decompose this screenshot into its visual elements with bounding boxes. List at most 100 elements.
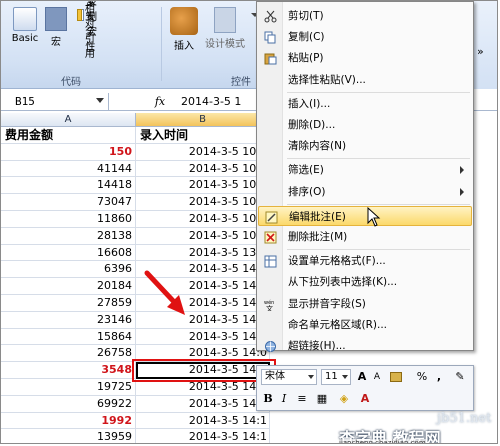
font-size-combo[interactable]: 11	[321, 369, 351, 385]
context-menu-item-filter[interactable]: 筛选(E)	[258, 160, 472, 180]
cell-amount[interactable]: 3548	[1, 362, 136, 379]
context-menu-item-delete-comment[interactable]: 删除批注(M)	[258, 227, 472, 247]
header-cell-amount[interactable]: 费用金额	[1, 127, 136, 144]
cell-amount[interactable]: 11860	[1, 211, 136, 228]
cell-amount[interactable]: 26758	[1, 345, 136, 363]
context-menu-item-paste[interactable]: 粘贴(P)	[258, 48, 472, 68]
cell-time[interactable]: 2014-3-5 14:0	[136, 328, 270, 346]
cell-time[interactable]: 2014-3-5 10:1	[136, 177, 270, 195]
context-menu-item-define-name[interactable]: 命名单元格区域(R)...	[258, 315, 472, 335]
cell-amount[interactable]: 15864	[1, 328, 136, 346]
macro-security-button[interactable]: 安全安全性	[77, 1, 102, 53]
font-name-combo[interactable]: 宋体	[261, 369, 317, 385]
context-menu-item-paste-special[interactable]: 选择性粘贴(V)...	[258, 70, 472, 90]
grow-font-button[interactable]: A	[355, 369, 369, 385]
context-menu-label: 超链接(H)...	[288, 340, 346, 352]
cell-amount[interactable]: 28138	[1, 227, 136, 245]
context-menu-label: 显示拼音字段(S)	[288, 297, 366, 310]
italic-button[interactable]: I	[277, 391, 291, 407]
context-menu-label: 删除(D)...	[288, 119, 336, 131]
context-menu-item-cut[interactable]: 剪切(T)	[258, 6, 472, 26]
cell-time[interactable]: 2014-3-5 13:5	[136, 244, 270, 262]
cell-time[interactable]: 2014-3-5 10:1	[136, 143, 270, 161]
cell-amount[interactable]: 20184	[1, 278, 136, 295]
center-align-button[interactable]: ≡	[295, 391, 309, 407]
percent-style-button[interactable]: %	[415, 369, 429, 385]
cell-time[interactable]: 2014-3-5 10:1	[136, 160, 270, 178]
context-menu-label: 编辑批注(E)	[289, 210, 346, 223]
design-mode-button[interactable]: 设计模式	[201, 7, 249, 50]
hyperlink-icon	[264, 340, 277, 353]
cell-time[interactable]: 2014-3-5 14:1	[136, 429, 270, 443]
font-name-value: 宋体	[265, 371, 285, 382]
visual-basic-label: Basic	[11, 33, 39, 44]
context-menu-label: 复制(C)	[288, 31, 325, 44]
context-menu-label: 从下拉列表中选择(K)...	[288, 276, 398, 289]
header-cell-time[interactable]: 录入时间	[136, 127, 270, 144]
cell-amount[interactable]: 73047	[1, 194, 136, 211]
insert-control-button[interactable]: 插入	[169, 7, 199, 52]
column-header-b[interactable]: B	[136, 113, 270, 127]
cell-amount[interactable]: 16608	[1, 244, 136, 262]
cell-amount[interactable]: 14418	[1, 177, 136, 195]
format-painter-icon[interactable]: ✎	[451, 369, 469, 385]
mini-toolbar: 宋体 11 A A % , ✎ B I ≡ ▦ ◈ A	[256, 365, 474, 411]
cell-time[interactable]: 2014-3-5 10:1	[136, 194, 270, 211]
cell-amount[interactable]: 69922	[1, 395, 136, 413]
cell-amount[interactable]: 19725	[1, 379, 136, 396]
context-menu-item-format-cells[interactable]: 设置单元格格式(F)...	[258, 251, 472, 271]
submenu-arrow-icon	[460, 187, 464, 196]
context-menu-item-copy[interactable]: 复制(C)	[258, 27, 472, 47]
context-menu-item-delete[interactable]: 删除(D)...	[258, 115, 472, 135]
context-menu-item-insert[interactable]: 插入(I)...	[258, 94, 472, 114]
comma-style-button[interactable]: ,	[433, 369, 445, 385]
phonetic-icon: wén 文	[264, 298, 277, 313]
context-menu-label: 清除内容(N)	[288, 140, 347, 153]
cell-amount[interactable]: 23146	[1, 311, 136, 329]
font-color-icon[interactable]: A	[357, 391, 373, 407]
visual-basic-button[interactable]: Basic	[7, 7, 43, 44]
context-menu-item-edit-comment[interactable]: 编辑批注(E)	[258, 205, 472, 226]
menu-separator	[287, 158, 470, 160]
annotation-highlight-box	[132, 359, 276, 382]
fill-color-icon[interactable]: ◈	[335, 391, 353, 407]
macro-button[interactable]: 宏	[43, 7, 69, 48]
cell-amount[interactable]: 6396	[1, 261, 136, 279]
borders-icon[interactable]: ▦	[315, 391, 329, 407]
cell-time[interactable]: 2014-3-5 10:1	[136, 211, 270, 228]
cell-amount[interactable]: 13959	[1, 429, 136, 443]
cell-time[interactable]: 2014-3-5 14:1	[136, 412, 270, 430]
context-menu-label: 插入(I)...	[288, 97, 331, 110]
column-header-a[interactable]: A	[1, 113, 136, 127]
annotation-arrow-icon	[144, 270, 185, 315]
context-menu-item-pick-from-list[interactable]: 从下拉列表中选择(K)...	[258, 272, 472, 292]
cell-amount[interactable]: 150	[1, 143, 136, 161]
formula-input[interactable]: 2014-3-5 1	[181, 93, 241, 111]
size-dropdown-icon[interactable]	[342, 375, 348, 379]
font-dropdown-icon[interactable]	[308, 375, 314, 379]
context-menu-label: 筛选(E)	[288, 164, 324, 177]
accounting-format-button[interactable]	[387, 369, 405, 385]
context-menu-label: 选择性粘贴(V)...	[288, 73, 366, 86]
cell-amount[interactable]: 27859	[1, 295, 136, 312]
cell-amount[interactable]: 1992	[1, 412, 136, 430]
menu-separator	[287, 203, 470, 205]
name-box-dropdown-icon[interactable]	[96, 98, 104, 103]
context-menu-item-show-phonetic[interactable]: wén 文显示拼音字段(S)	[258, 294, 472, 314]
font-size-value: 11	[325, 371, 338, 382]
watermark-site: jb51.net	[437, 411, 492, 426]
group-label-controls: 控件	[231, 77, 251, 88]
context-menu-item-hyperlink[interactable]: 超链接(H)...	[258, 336, 472, 356]
macro-security-label: 安全安全性	[85, 0, 96, 53]
bold-button[interactable]: B	[261, 391, 275, 407]
cell-amount[interactable]: 41144	[1, 160, 136, 178]
shrink-font-button[interactable]: A	[371, 369, 383, 385]
cell-time[interactable]: 2014-3-5 10:1	[136, 227, 270, 245]
context-menu: 剪切(T) 复制(C) 粘贴(P) 选择性粘贴(V)... 插入(I)... 删除(D).…	[256, 1, 474, 352]
context-menu-item-clear-contents[interactable]: 清除内容(N)	[258, 136, 472, 156]
name-box[interactable]: B15	[1, 93, 109, 111]
insert-function-icon[interactable]: fx	[151, 93, 169, 111]
cell-time[interactable]: 2014-3-5 14:1	[136, 395, 270, 413]
context-menu-item-sort[interactable]: 排序(O)	[258, 182, 472, 202]
ribbon-more-icon[interactable]: »	[477, 45, 484, 58]
